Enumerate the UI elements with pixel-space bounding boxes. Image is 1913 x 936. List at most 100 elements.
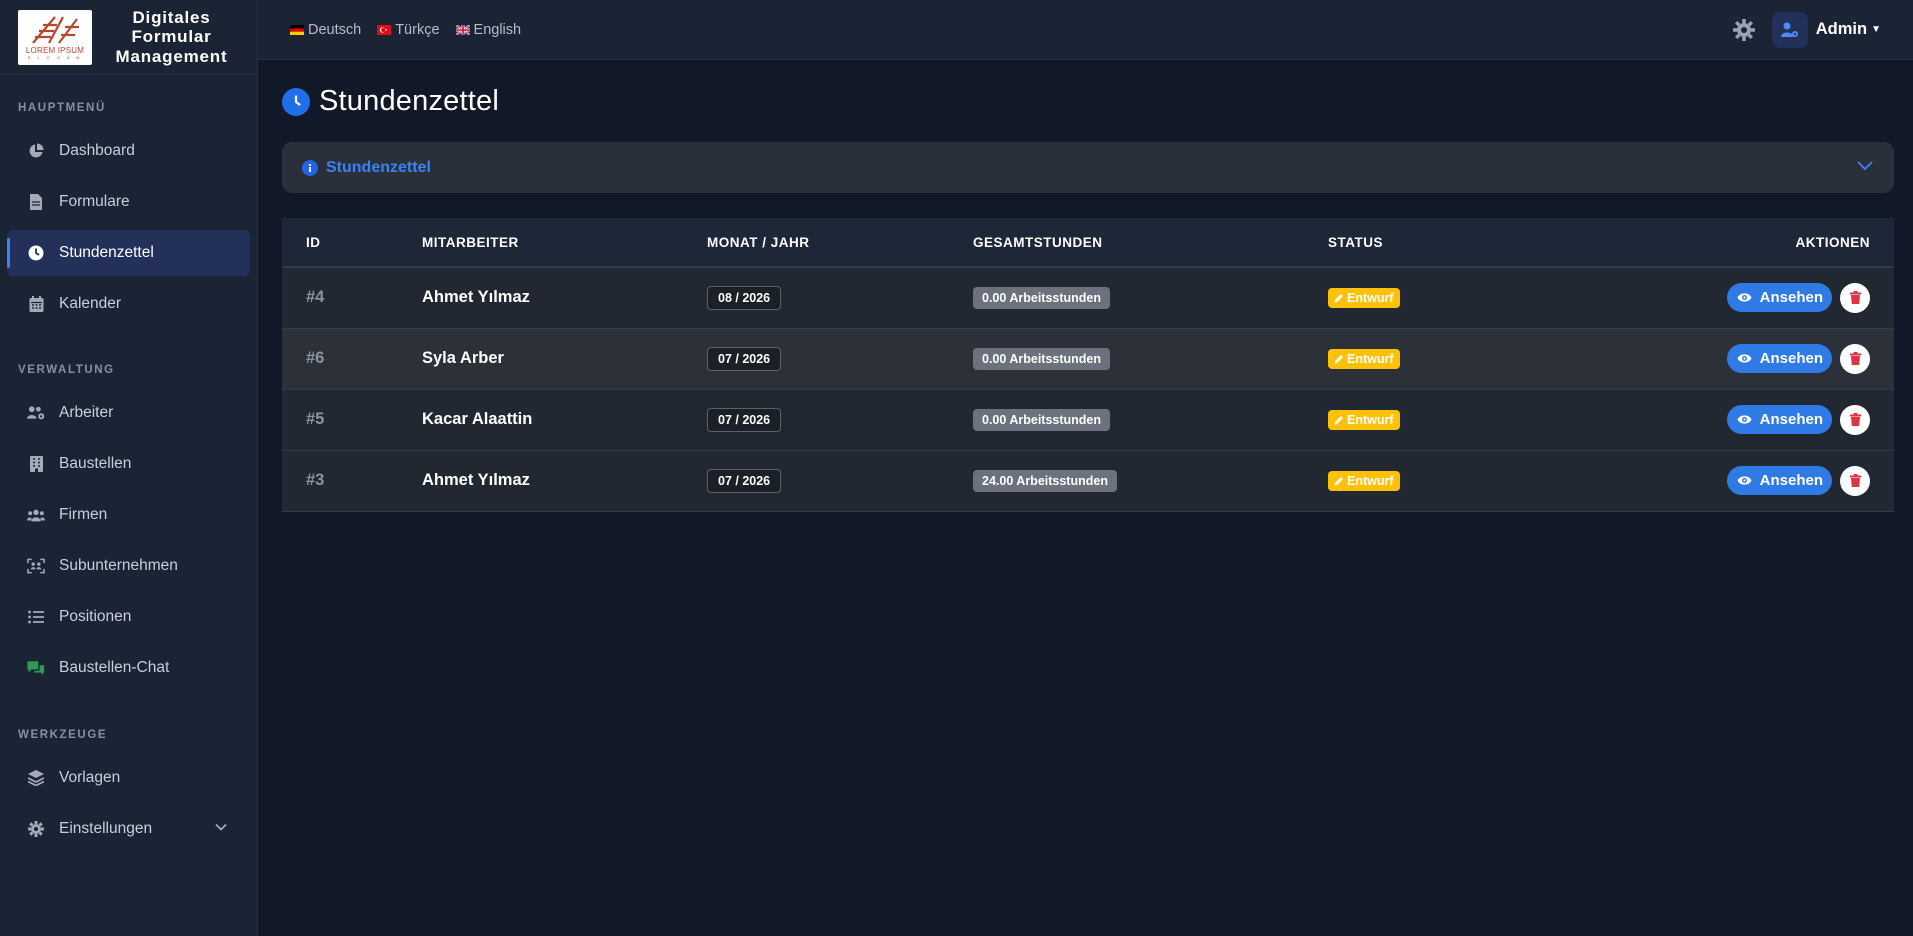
sidebar-item-arbeiter[interactable]: Arbeiter — [7, 390, 250, 436]
caret-down-icon[interactable]: ▼ — [1871, 24, 1881, 35]
trash-icon — [1849, 474, 1861, 487]
app-title[interactable]: Digitales Formular Management — [92, 8, 239, 67]
row-month-badge: 07 / 2026 — [707, 468, 782, 493]
view-button[interactable]: Ansehen — [1726, 466, 1832, 495]
sidebar-item-label: Baustellen-Chat — [59, 659, 170, 676]
lang-label: English — [473, 21, 522, 38]
view-button[interactable]: Ansehen — [1726, 344, 1832, 373]
sidebar-item-dashboard[interactable]: Dashboard — [7, 128, 250, 174]
users-gear-icon — [27, 404, 45, 422]
sidebar-item-label: Stundenzettel — [59, 244, 154, 261]
comments-icon — [27, 659, 45, 677]
status-label: Entwurf — [1347, 290, 1394, 305]
column-header-aktionen: AKTIONEN — [1604, 218, 1894, 268]
sidebar-item-vorlagen[interactable]: Vorlagen — [7, 755, 250, 801]
app-title-line: Formular — [131, 27, 212, 47]
row-employee: Ahmet Yılmaz — [422, 471, 530, 489]
railway-tracks-icon — [32, 15, 79, 44]
sidebar-item-subunternehmen[interactable]: Subunternehmen — [7, 543, 250, 589]
sidebar-item-label: Vorlagen — [59, 769, 121, 786]
trash-icon — [1849, 291, 1861, 305]
table-row[interactable]: #5 Kacar Alaattin 07 / 2026 0.00 Arbeits… — [282, 389, 1894, 450]
sidebar-item-firmen[interactable]: Firmen — [7, 492, 250, 538]
delete-button[interactable] — [1840, 465, 1870, 496]
row-month-badge: 08 / 2026 — [707, 285, 782, 310]
sidebar-item-kalender[interactable]: Kalender — [7, 281, 250, 327]
chevron-down-icon[interactable] — [214, 820, 228, 839]
people-frame-icon — [27, 557, 45, 575]
view-button-label: Ansehen — [1759, 411, 1823, 428]
column-header-mitarbeiter[interactable]: MITARBEITER — [398, 218, 683, 268]
table-row[interactable]: #4 Ahmet Yılmaz 08 / 2026 0.00 Arbeitsst… — [282, 267, 1894, 328]
column-header-gesamtstunden[interactable]: GESAMTSTUNDEN — [949, 218, 1304, 268]
eye-icon — [1737, 354, 1752, 363]
clock-icon — [27, 244, 45, 262]
status-badge: Entwurf — [1328, 470, 1400, 491]
clock-icon — [282, 87, 310, 116]
lang-switch-deutsch[interactable]: Deutsch — [290, 22, 361, 38]
row-month-badge: 07 / 2026 — [707, 407, 782, 432]
section-label-verwaltung: VERWALTUNG — [18, 364, 115, 376]
delete-button[interactable] — [1840, 282, 1870, 313]
view-button[interactable]: Ansehen — [1726, 283, 1832, 313]
section-label-hauptmenu: HAUPTMENÜ — [18, 102, 106, 114]
gear-icon[interactable] — [1732, 18, 1756, 42]
user-menu-name[interactable]: Admin — [1816, 20, 1867, 39]
chart-pie-icon — [27, 142, 45, 160]
row-hours-badge: 0.00 Arbeitsstunden — [973, 286, 1111, 309]
sidebar-item-baustellen[interactable]: Baustellen — [7, 441, 250, 487]
accordion-label: Stundenzettel — [326, 158, 431, 176]
sidebar-item-positionen[interactable]: Positionen — [7, 594, 250, 640]
view-button[interactable]: Ansehen — [1726, 405, 1832, 434]
sidebar-item-label: Positionen — [59, 608, 132, 625]
status-badge: Entwurf — [1328, 409, 1400, 430]
building-icon — [27, 455, 45, 473]
lang-switch-english[interactable]: English — [455, 21, 522, 38]
table-header-row: ID MITARBEITER MONAT / JAHR GESAMTSTUNDE… — [282, 218, 1894, 268]
row-employee: Kacar Alaattin — [422, 410, 533, 428]
chevron-down-icon[interactable] — [1856, 156, 1874, 179]
table-row[interactable]: #6 Syla Arber 07 / 2026 0.00 Arbeitsstun… — [282, 328, 1894, 389]
list-icon — [27, 608, 45, 626]
status-label: Entwurf — [1347, 473, 1394, 488]
user-gear-icon[interactable] — [1771, 11, 1808, 48]
row-id: #4 — [306, 288, 325, 307]
file-icon — [27, 193, 45, 211]
column-header-id[interactable]: ID — [282, 218, 398, 268]
view-button-label: Ansehen — [1759, 350, 1823, 367]
delete-button[interactable] — [1840, 404, 1870, 435]
sidebar-item-baustellen-chat[interactable]: Baustellen-Chat — [7, 645, 250, 691]
sidebar-item-formulare[interactable]: Formulare — [7, 179, 250, 225]
trash-icon — [1849, 352, 1861, 365]
company-logo[interactable]: LOREM IPSUM S L O G A N — [18, 9, 92, 65]
status-badge: Entwurf — [1328, 287, 1400, 308]
row-id: #3 — [306, 471, 325, 489]
table-row[interactable]: #3 Ahmet Yılmaz 07 / 2026 24.00 Arbeitss… — [282, 450, 1894, 511]
sidebar-item-label: Firmen — [59, 506, 108, 523]
column-header-status[interactable]: STATUS — [1304, 218, 1604, 268]
pencil-icon — [1334, 293, 1343, 303]
eye-icon — [1737, 476, 1752, 485]
row-id: #6 — [306, 349, 325, 367]
info-accordion[interactable]: Stundenzettel — [282, 142, 1894, 193]
pencil-icon — [1334, 415, 1343, 424]
section-label-werkzeuge: WERKZEUGE — [18, 729, 108, 741]
lang-label: Türkçe — [395, 21, 440, 38]
sidebar-item-einstellungen[interactable]: Einstellungen — [7, 806, 250, 852]
column-header-monat-jahr[interactable]: MONAT / JAHR — [683, 218, 949, 268]
delete-button[interactable] — [1840, 343, 1870, 374]
status-label: Entwurf — [1347, 351, 1394, 366]
row-id: #5 — [306, 410, 325, 428]
row-hours-badge: 0.00 Arbeitsstunden — [973, 347, 1111, 370]
status-badge: Entwurf — [1328, 348, 1400, 369]
tr-flag-icon — [377, 24, 392, 35]
sidebar-item-label: Subunternehmen — [59, 557, 178, 574]
app-title-line: Management — [115, 46, 228, 66]
brand: LOREM IPSUM S L O G A N Digitales Formul… — [0, 0, 257, 75]
sidebar-item-stundenzettel[interactable]: Stundenzettel — [7, 230, 250, 276]
calendar-icon — [27, 295, 45, 313]
topbar-right: Admin ▼ — [1732, 11, 1881, 48]
sidebar-item-label: Kalender — [59, 295, 122, 312]
lang-switch-tuerkce[interactable]: Türkçe — [377, 21, 440, 38]
pencil-icon — [1334, 476, 1343, 485]
